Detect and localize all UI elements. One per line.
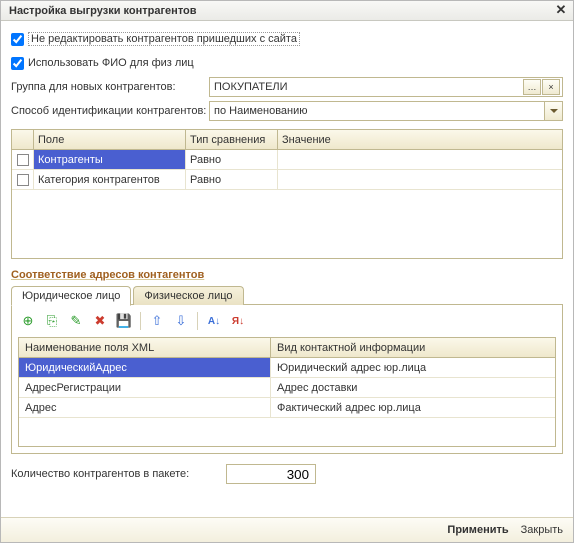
window-title: Настройка выгрузки контрагентов bbox=[9, 5, 553, 17]
ident-value: по Наименованию bbox=[210, 105, 544, 117]
ellipsis-button[interactable]: … bbox=[523, 79, 541, 95]
checkbox-no-edit-label: Не редактировать контрагентов пришедших … bbox=[28, 32, 300, 46]
row-checkbox-icon[interactable] bbox=[17, 174, 29, 186]
group-field[interactable]: ПОКУПАТЕЛИ … × bbox=[209, 77, 563, 97]
sort-asc-icon[interactable]: А↓ bbox=[204, 311, 224, 331]
group-label: Группа для новых контрагентов: bbox=[11, 81, 209, 93]
row-field-cell[interactable]: Контрагенты bbox=[34, 150, 186, 169]
row-checkbox-cell[interactable] bbox=[12, 150, 34, 169]
row-compare-cell[interactable]: Равно bbox=[186, 150, 278, 169]
cell-xml[interactable]: АдресРегистрации bbox=[19, 378, 271, 397]
checkbox-no-edit-row: Не редактировать контрагентов пришедших … bbox=[11, 29, 563, 49]
group-row: Группа для новых контрагентов: ПОКУПАТЕЛ… bbox=[11, 77, 563, 97]
tabs: Юридическое лицо Физическое лицо bbox=[11, 283, 563, 305]
chevron-down-icon bbox=[550, 109, 558, 113]
table-row[interactable]: Контрагенты Равно bbox=[12, 150, 562, 170]
table-row[interactable]: Категория контрагентов Равно bbox=[12, 170, 562, 190]
checkbox-use-fio[interactable] bbox=[11, 57, 24, 70]
clear-button[interactable]: × bbox=[542, 79, 560, 95]
dialog-window: Настройка выгрузки контрагентов ✕ Не ред… bbox=[0, 0, 574, 543]
row-checkbox-cell[interactable] bbox=[12, 170, 34, 189]
dropdown-button[interactable] bbox=[544, 102, 562, 120]
copy-icon[interactable]: ⎘ bbox=[42, 311, 62, 331]
col-field-header[interactable]: Поле bbox=[34, 130, 186, 149]
filter-table-body: Контрагенты Равно Категория контрагентов… bbox=[12, 150, 562, 190]
tab-individual[interactable]: Физическое лицо bbox=[133, 286, 243, 305]
row-value-cell[interactable] bbox=[278, 150, 562, 169]
add-icon[interactable]: ⊕ bbox=[18, 311, 38, 331]
cell-xml[interactable]: Адрес bbox=[19, 398, 271, 417]
apply-button[interactable]: Применить bbox=[447, 524, 508, 536]
row-field-cell[interactable]: Категория контрагентов bbox=[34, 170, 186, 189]
separator bbox=[197, 312, 198, 330]
cell-xml[interactable]: ЮридическийАдрес bbox=[19, 358, 271, 377]
table-row[interactable]: Адрес Фактический адрес юр.лица bbox=[19, 398, 555, 418]
save-icon[interactable]: 💾 bbox=[114, 311, 134, 331]
sort-desc-icon[interactable]: Я↓ bbox=[228, 311, 248, 331]
edit-icon[interactable]: ✎ bbox=[66, 311, 86, 331]
col-kind-header[interactable]: Вид контактной информации bbox=[271, 338, 555, 357]
address-table: Наименование поля XML Вид контактной инф… bbox=[18, 337, 556, 447]
move-down-icon[interactable]: ⇩ bbox=[171, 311, 191, 331]
move-up-icon[interactable]: ⇧ bbox=[147, 311, 167, 331]
separator bbox=[140, 312, 141, 330]
delete-icon[interactable]: ✖ bbox=[90, 311, 110, 331]
cell-kind[interactable]: Юридический адрес юр.лица bbox=[271, 358, 555, 377]
section-title: Соответствие адресов контагентов bbox=[11, 269, 563, 281]
row-compare-cell[interactable]: Равно bbox=[186, 170, 278, 189]
content-area: Не редактировать контрагентов пришедших … bbox=[1, 21, 573, 517]
cell-kind[interactable]: Фактический адрес юр.лица bbox=[271, 398, 555, 417]
close-icon[interactable]: ✕ bbox=[553, 3, 569, 19]
address-table-body: ЮридическийАдрес Юридический адрес юр.ли… bbox=[19, 358, 555, 418]
col-xml-header[interactable]: Наименование поля XML bbox=[19, 338, 271, 357]
close-button[interactable]: Закрыть bbox=[521, 524, 563, 536]
titlebar: Настройка выгрузки контрагентов ✕ bbox=[1, 1, 573, 21]
packet-row: Количество контрагентов в пакете: bbox=[11, 464, 563, 484]
col-compare-header[interactable]: Тип сравнения bbox=[186, 130, 278, 149]
checkbox-no-edit-site[interactable] bbox=[11, 33, 24, 46]
table-row[interactable]: ЮридическийАдрес Юридический адрес юр.ли… bbox=[19, 358, 555, 378]
footer: Применить Закрыть bbox=[1, 517, 573, 542]
tab-panel: ⊕ ⎘ ✎ ✖ 💾 ⇧ ⇩ А↓ Я↓ Наименование поля XM… bbox=[11, 305, 563, 454]
group-value: ПОКУПАТЕЛИ bbox=[214, 81, 522, 93]
col-value-header[interactable]: Значение bbox=[278, 130, 562, 149]
packet-label: Количество контрагентов в пакете: bbox=[11, 468, 226, 480]
packet-input[interactable] bbox=[226, 464, 316, 484]
filter-table-header: Поле Тип сравнения Значение bbox=[12, 130, 562, 150]
ident-label: Способ идентификации контрагентов: bbox=[11, 105, 209, 117]
cell-kind[interactable]: Адрес доставки bbox=[271, 378, 555, 397]
ident-combo[interactable]: по Наименованию bbox=[209, 101, 563, 121]
tab-legal[interactable]: Юридическое лицо bbox=[11, 286, 131, 306]
address-table-header: Наименование поля XML Вид контактной инф… bbox=[19, 338, 555, 358]
checkbox-use-fio-label: Использовать ФИО для физ лиц bbox=[28, 57, 194, 69]
ident-row: Способ идентификации контрагентов: по На… bbox=[11, 101, 563, 121]
row-value-cell[interactable] bbox=[278, 170, 562, 189]
table-row[interactable]: АдресРегистрации Адрес доставки bbox=[19, 378, 555, 398]
checkbox-use-fio-row: Использовать ФИО для физ лиц bbox=[11, 53, 563, 73]
col-checkbox-header bbox=[12, 130, 34, 149]
filter-table: Поле Тип сравнения Значение Контрагенты … bbox=[11, 129, 563, 259]
row-checkbox-icon[interactable] bbox=[17, 154, 29, 166]
toolbar: ⊕ ⎘ ✎ ✖ 💾 ⇧ ⇩ А↓ Я↓ bbox=[18, 311, 556, 331]
